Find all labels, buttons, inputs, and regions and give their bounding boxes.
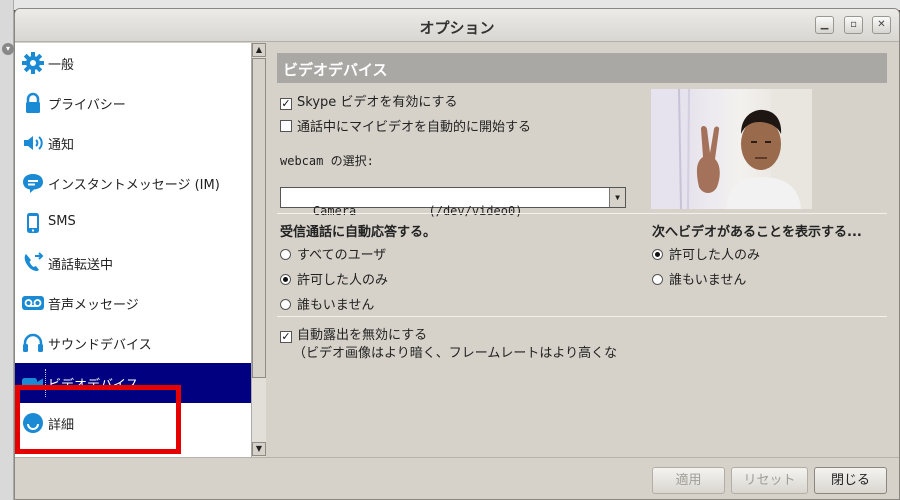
chevron-down-icon[interactable]: ▾ [2,43,14,55]
annotation-highlight-box [15,385,181,454]
apply-button[interactable]: 適用 [652,467,725,494]
sidebar-item-label: サウンドデバイス [48,338,152,353]
radio-unselected-icon[interactable] [652,274,663,285]
webcam-select-label: webcam の選択: [280,154,374,168]
speaker-icon [24,136,43,150]
radio-unselected-icon[interactable] [280,299,291,310]
show-video-heading: 次へビデオがあることを表示する... [652,225,862,240]
auto-answer-option-nobody[interactable]: 誰もいません [280,294,374,313]
show-video-option-nobody[interactable]: 誰もいません [652,269,746,288]
maximize-icon[interactable]: ▫ [844,16,863,34]
auto-answer-heading: 受信通話に自動応答する。 [280,225,437,240]
sidebar-item-notifications[interactable]: 通知 [15,123,251,163]
voicemail-icon [22,296,44,310]
close-button[interactable]: 閉じる [814,467,887,494]
scroll-up-arrow-icon[interactable]: ▲ [252,43,266,57]
section-header: ビデオデバイス [277,53,887,83]
sidebar-item-label: インスタントメッセージ (IM) [48,178,220,193]
auto-answer-option-allowed[interactable]: 許可した人のみ [280,269,388,288]
disable-auto-exposure-checkbox[interactable]: ✓ 自動露出を無効にする [280,324,427,343]
options-window: オプション ▁ ▫ ✕ 一般 プライバシー 通知 インスタントメッセージ (IM… [14,8,900,500]
sidebar-item-label: 通知 [48,138,75,153]
separator [277,316,887,317]
radio-unselected-icon[interactable] [280,249,291,260]
sidebar-item-label: SMS [48,214,76,229]
call-forward-icon [24,252,44,271]
chat-bubble-icon [23,174,43,193]
sidebar-item-label: プライバシー [48,98,126,113]
minimize-icon[interactable]: ▁ [815,16,834,34]
sidebar-item-label: 音声メッセージ [48,298,139,313]
scrollbar-thumb[interactable] [252,58,266,378]
sidebar-item-label: 一般 [48,58,75,73]
sidebar: 一般 プライバシー 通知 インスタントメッセージ (IM) SMS 通話転送中 … [15,43,251,457]
titlebar: オプション ▁ ▫ ✕ [15,9,899,42]
separator [277,213,887,214]
sidebar-item-call-forwarding[interactable]: 通話転送中 [15,243,251,283]
auto-start-video-checkbox[interactable]: 通話中にマイビデオを自動的に開始する [280,116,531,135]
lock-icon [26,92,40,113]
gear-icon [22,52,44,74]
sidebar-item-sms[interactable]: SMS [15,203,251,243]
headset-icon [23,333,43,352]
webcam-image [651,89,812,209]
mobile-phone-icon [27,213,39,233]
sidebar-item-privacy[interactable]: プライバシー [15,83,251,123]
sidebar-item-general[interactable]: 一般 [15,43,251,83]
webcam-preview [651,89,812,209]
sidebar-item-label: 通話転送中 [48,258,114,273]
reset-button[interactable]: リセット [731,467,808,494]
window-title: オプション [419,19,495,37]
disable-exposure-note: （ビデオ画像はより暗く、フレームレートはより高くな [293,346,618,361]
sidebar-scrollbar[interactable]: ▲ ▼ [251,43,266,457]
checkbox-checked-icon[interactable]: ✓ [280,331,292,343]
chevron-down-icon[interactable]: ▼ [609,188,625,207]
webcam-select[interactable]: Camera (/dev/video0) ▼ [280,187,626,218]
close-icon[interactable]: ✕ [872,16,891,34]
desktop-left-strip [0,0,14,500]
radio-selected-icon[interactable] [652,249,663,260]
sidebar-item-voicemail[interactable]: 音声メッセージ [15,283,251,323]
checkbox-unchecked-icon[interactable] [280,120,292,132]
auto-answer-option-everyone[interactable]: すべてのユーザ [280,244,386,263]
show-video-option-allowed[interactable]: 許可した人のみ [652,244,760,263]
sidebar-item-instant-messages[interactable]: インスタントメッセージ (IM) [15,163,251,203]
enable-video-checkbox[interactable]: ✓ Skype ビデオを有効にする [280,91,458,110]
sidebar-item-sound-devices[interactable]: サウンドデバイス [15,323,251,363]
checkbox-checked-icon[interactable]: ✓ [280,98,292,110]
scroll-down-arrow-icon[interactable]: ▼ [252,442,266,456]
radio-selected-icon[interactable] [280,274,291,285]
